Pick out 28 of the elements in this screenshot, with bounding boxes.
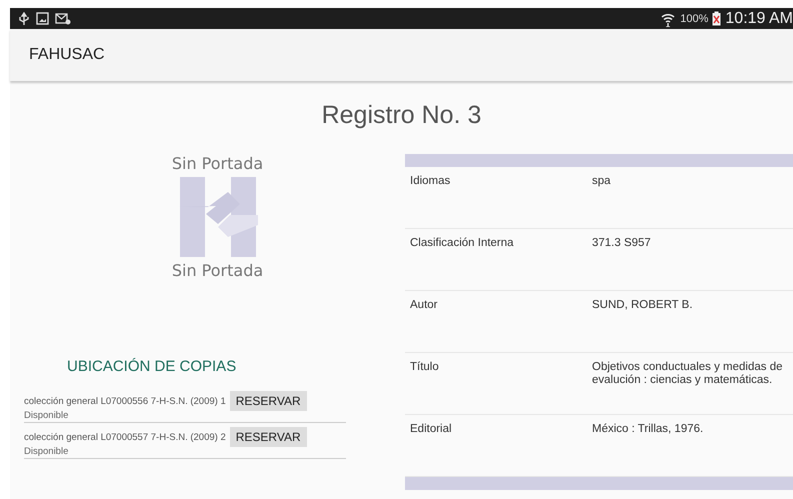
copy-location: colección general L07000556 7-H-S.N. (2009) 1	[24, 396, 226, 406]
copy-location: colección general L07000557 7-H-S.N. (2009) 2	[24, 432, 226, 442]
battery-icon	[712, 11, 722, 26]
detail-value: 371.3 S957	[592, 237, 652, 251]
detail-value: México : Trillas, 1976.	[592, 423, 704, 437]
copies-heading: UBICACIÓN DE COPIAS	[67, 358, 238, 375]
app-title: FAHUSAC	[29, 46, 105, 64]
page-title: Registro No. 3	[320, 101, 482, 131]
image-icon	[36, 12, 49, 25]
detail-label: Clasificación Interna	[409, 237, 515, 251]
cover-caption: Sin Portada	[172, 154, 264, 173]
cover-caption: Sin Portada	[172, 261, 264, 280]
detail-value: Objetivos conductuales y medidas de evalución : ciencias y matemáticas.	[592, 361, 784, 388]
usb-icon	[18, 12, 30, 26]
battery-percent: 100%	[680, 12, 708, 24]
copy-status: Disponible	[24, 411, 70, 420]
detail-value: spa	[592, 175, 612, 189]
detail-label: Título	[409, 361, 440, 375]
logo-icon	[178, 177, 258, 257]
detail-value: SUND, ROBERT B.	[592, 299, 694, 313]
clock: 10:19 AM	[725, 10, 793, 28]
detail-label: Idiomas	[409, 175, 452, 189]
detail-label: Autor	[409, 299, 438, 313]
reserve-button[interactable]: RESERVAR	[230, 391, 307, 411]
detail-label: Editorial	[409, 423, 453, 437]
copy-status: Disponible	[24, 447, 70, 456]
reserve-button[interactable]: RESERVAR	[230, 427, 307, 447]
mail-icon	[55, 12, 71, 25]
